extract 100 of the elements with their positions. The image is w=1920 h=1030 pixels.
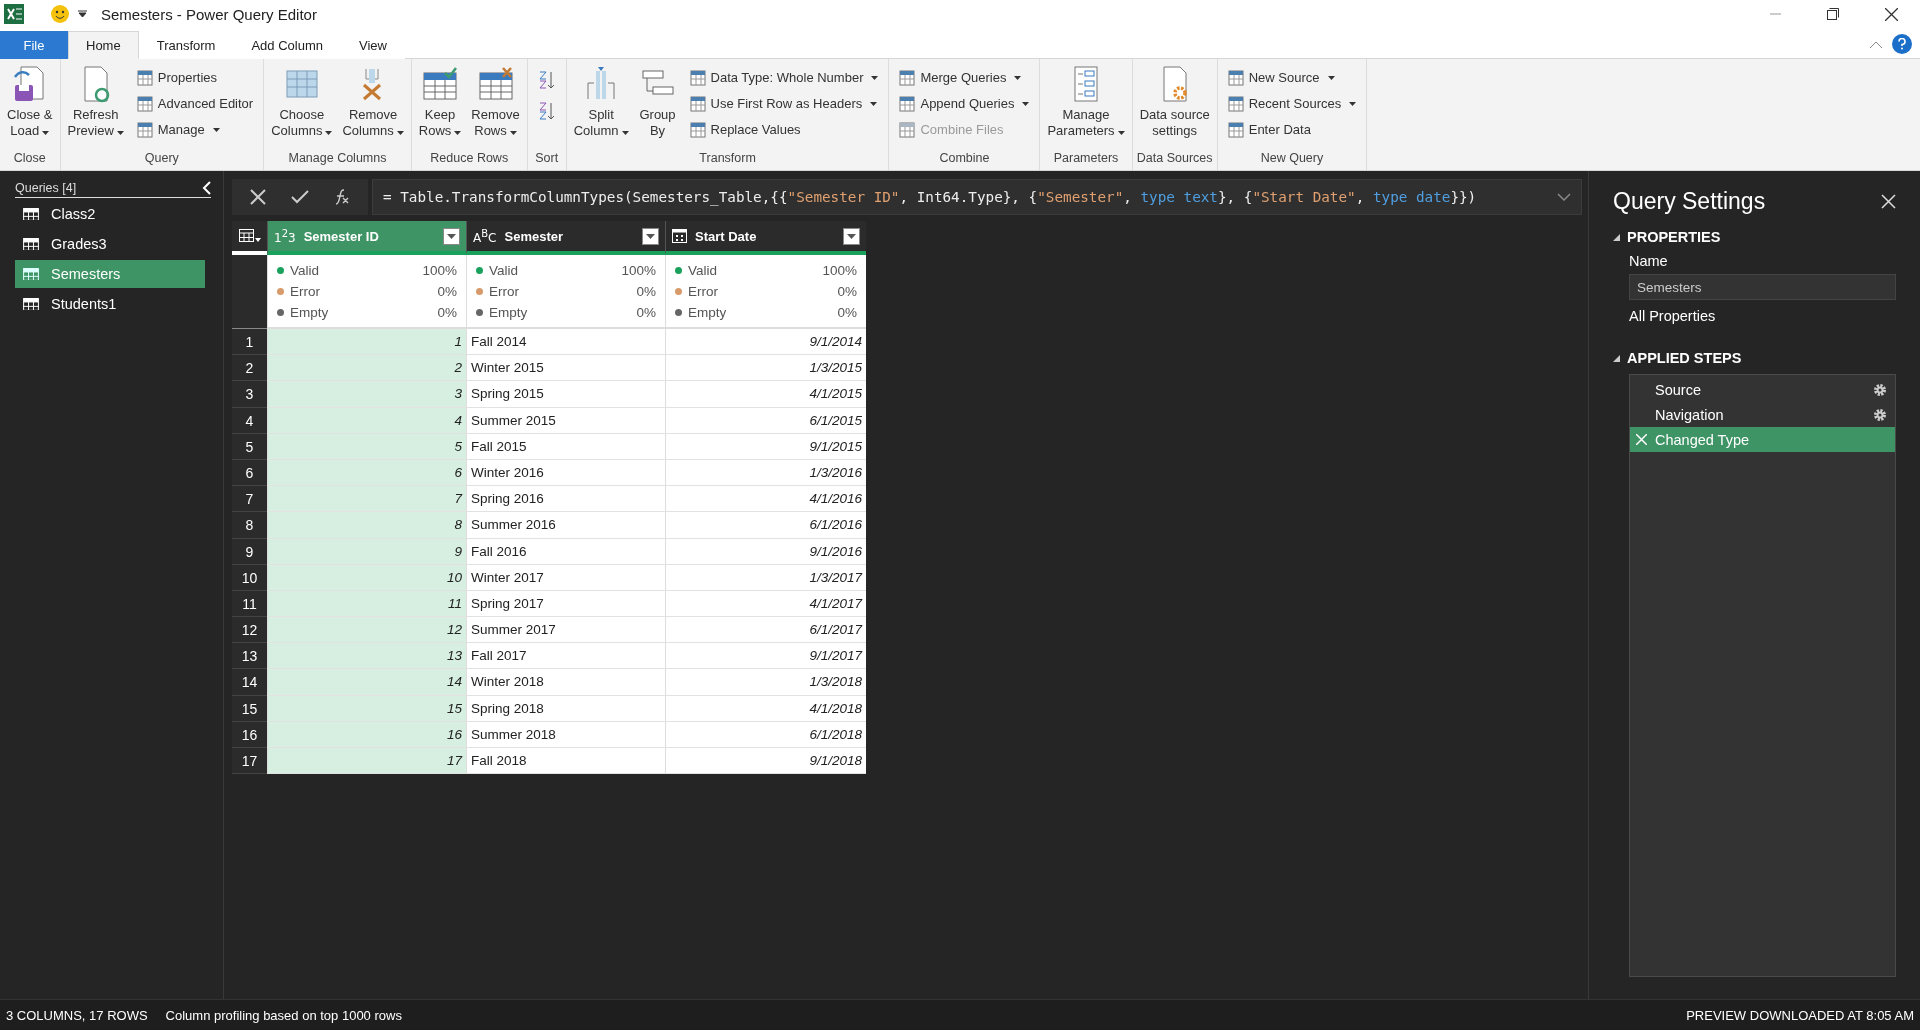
caret-icon xyxy=(42,131,50,135)
caret-icon xyxy=(1327,75,1335,80)
query-item[interactable]: Class2 xyxy=(15,200,205,228)
ribbon-button[interactable]: Refresh Preview xyxy=(64,65,127,148)
close-button[interactable] xyxy=(1881,193,1896,209)
table-cell: 14 xyxy=(267,669,466,696)
row-number: 1 xyxy=(232,329,267,356)
applied-step[interactable]: Changed Type xyxy=(1630,427,1895,452)
ribbon-button[interactable]: Group By xyxy=(635,65,680,148)
caret-icon[interactable] xyxy=(447,233,456,239)
ribbon-button[interactable]: Manage xyxy=(134,117,256,142)
table-cell: 10 xyxy=(267,564,466,591)
table-icon xyxy=(689,95,706,112)
collapse-triangle-icon[interactable] xyxy=(1613,354,1620,362)
help-button[interactable] xyxy=(1892,34,1912,54)
profile-value: 0% xyxy=(437,304,457,320)
collapse-chevron-icon[interactable] xyxy=(202,181,211,195)
queries-heading: Queries [4] xyxy=(15,181,77,195)
ribbon-button[interactable]: Merge Queries xyxy=(897,65,1032,90)
profile-label: Error xyxy=(489,283,520,299)
sort-descending-icon xyxy=(537,100,556,121)
table-icon xyxy=(136,121,153,138)
filter-dropdown-button[interactable] xyxy=(642,227,659,245)
collapse-triangle-icon[interactable] xyxy=(1613,233,1620,241)
smiley-icon[interactable] xyxy=(50,4,70,24)
query-item[interactable]: Semesters xyxy=(15,260,205,288)
collapse-ribbon-icon[interactable] xyxy=(1870,40,1882,48)
all-properties-link[interactable]: All Properties xyxy=(1629,308,1716,324)
caret-icon[interactable] xyxy=(646,233,655,239)
table-cell: 13 xyxy=(267,643,466,670)
table-cell: 5 xyxy=(267,433,466,460)
ribbon-tab[interactable]: Home xyxy=(68,31,139,59)
table-cell: Summer 2017 xyxy=(466,617,665,644)
ribbon-button[interactable]: Use First Row as Headers xyxy=(687,91,881,116)
ribbon-button[interactable]: Remove Columns xyxy=(339,65,407,148)
ribbon-button[interactable]: Properties xyxy=(134,65,256,90)
ribbon-button[interactable]: Replace Values xyxy=(687,117,881,142)
table-cell: Fall 2018 xyxy=(466,748,665,775)
formula-field[interactable]: = Table.TransformColumnTypes(Semesters_Table,{{"Semester ID", Int64.Type}, {"Semester", type text}, {"Start Date", type date}}) xyxy=(372,179,1582,215)
ribbon-button[interactable]: Recent Sources xyxy=(1225,91,1359,116)
query-item[interactable]: Students1 xyxy=(15,290,205,318)
ribbon-button[interactable]: New Source xyxy=(1225,65,1359,90)
ribbon-button[interactable]: Split Column xyxy=(570,65,632,148)
table-cell: Fall 2014 xyxy=(466,329,665,356)
ribbon-button[interactable]: Keep Rows xyxy=(415,65,465,148)
profile-value: 100% xyxy=(621,262,656,278)
filter-dropdown-button[interactable] xyxy=(443,227,460,245)
row-number: 5 xyxy=(232,433,267,460)
table-icon xyxy=(23,267,39,281)
file-menu-tab[interactable]: File xyxy=(0,31,68,59)
ribbon-group-label: Parameters xyxy=(1052,150,1120,167)
restore-icon[interactable] xyxy=(1827,8,1839,20)
table-cell: 1/3/2016 xyxy=(665,459,866,487)
ribbon-group-label: Reduce Rows xyxy=(429,150,510,167)
gear-icon[interactable] xyxy=(1873,382,1887,397)
ribbon-button[interactable]: Advanced Editor xyxy=(134,91,256,116)
column-header[interactable]: A$^{B}$C Semester xyxy=(466,221,665,255)
table-cell: 6/1/2017 xyxy=(665,617,866,644)
table-cell: 9/1/2016 xyxy=(665,538,866,565)
delete-step-icon[interactable] xyxy=(1636,434,1647,445)
caret-icon xyxy=(1349,101,1357,106)
caret-icon[interactable] xyxy=(847,233,856,239)
column-header[interactable]: 1$^{2}$3 Semester ID xyxy=(267,221,466,255)
applied-step[interactable]: Source xyxy=(1630,377,1895,402)
ribbon-button[interactable]: Data source settings xyxy=(1136,65,1213,148)
gear-icon[interactable] xyxy=(1873,407,1887,422)
caret-icon xyxy=(212,127,220,132)
table-cell: 6/1/2016 xyxy=(665,512,866,539)
caret-icon xyxy=(1117,131,1125,135)
filter-dropdown-button[interactable] xyxy=(843,227,860,245)
ribbon-group-label: Transform xyxy=(698,150,757,167)
column-header[interactable]: Start Date xyxy=(665,221,866,255)
quick-access-menu-icon[interactable] xyxy=(78,10,87,18)
table-cell: Winter 2017 xyxy=(466,564,665,591)
table-cell: 1/3/2018 xyxy=(665,669,866,696)
applied-step[interactable]: Navigation xyxy=(1630,402,1895,427)
table-cell: Spring 2018 xyxy=(466,695,665,722)
table-icon xyxy=(23,297,39,311)
question-mark-icon[interactable] xyxy=(1898,38,1906,50)
ribbon-button[interactable]: Remove Rows xyxy=(468,65,523,148)
caret-icon xyxy=(325,131,333,135)
table-cell: 9/1/2017 xyxy=(665,643,866,670)
ribbon-button[interactable]: Enter Data xyxy=(1225,117,1359,142)
ribbon-button[interactable]: Manage Parameters xyxy=(1044,65,1128,148)
ribbon-button[interactable]: Choose Columns xyxy=(268,65,336,148)
status-text: 3 COLUMNS, 17 ROWS xyxy=(6,1007,148,1023)
ribbon-button[interactable]: Close & Load xyxy=(4,65,56,148)
name-field[interactable]: Semesters xyxy=(1629,274,1896,300)
table-cell: 1 xyxy=(267,329,466,356)
caret-icon xyxy=(871,75,879,80)
caret-icon xyxy=(1014,75,1022,80)
ribbon-button[interactable]: Append Queries xyxy=(897,91,1032,116)
ribbon-button[interactable]: Data Type: Whole Number xyxy=(687,65,881,90)
close-icon[interactable] xyxy=(1884,7,1898,21)
table-cell: 16 xyxy=(267,721,466,748)
profile-value: 0% xyxy=(636,283,656,299)
query-item[interactable]: Grades3 xyxy=(15,230,205,258)
expand-formula-button[interactable] xyxy=(1557,193,1571,201)
checkmark-icon[interactable] xyxy=(291,190,309,204)
table-menu-icon[interactable] xyxy=(238,229,261,243)
